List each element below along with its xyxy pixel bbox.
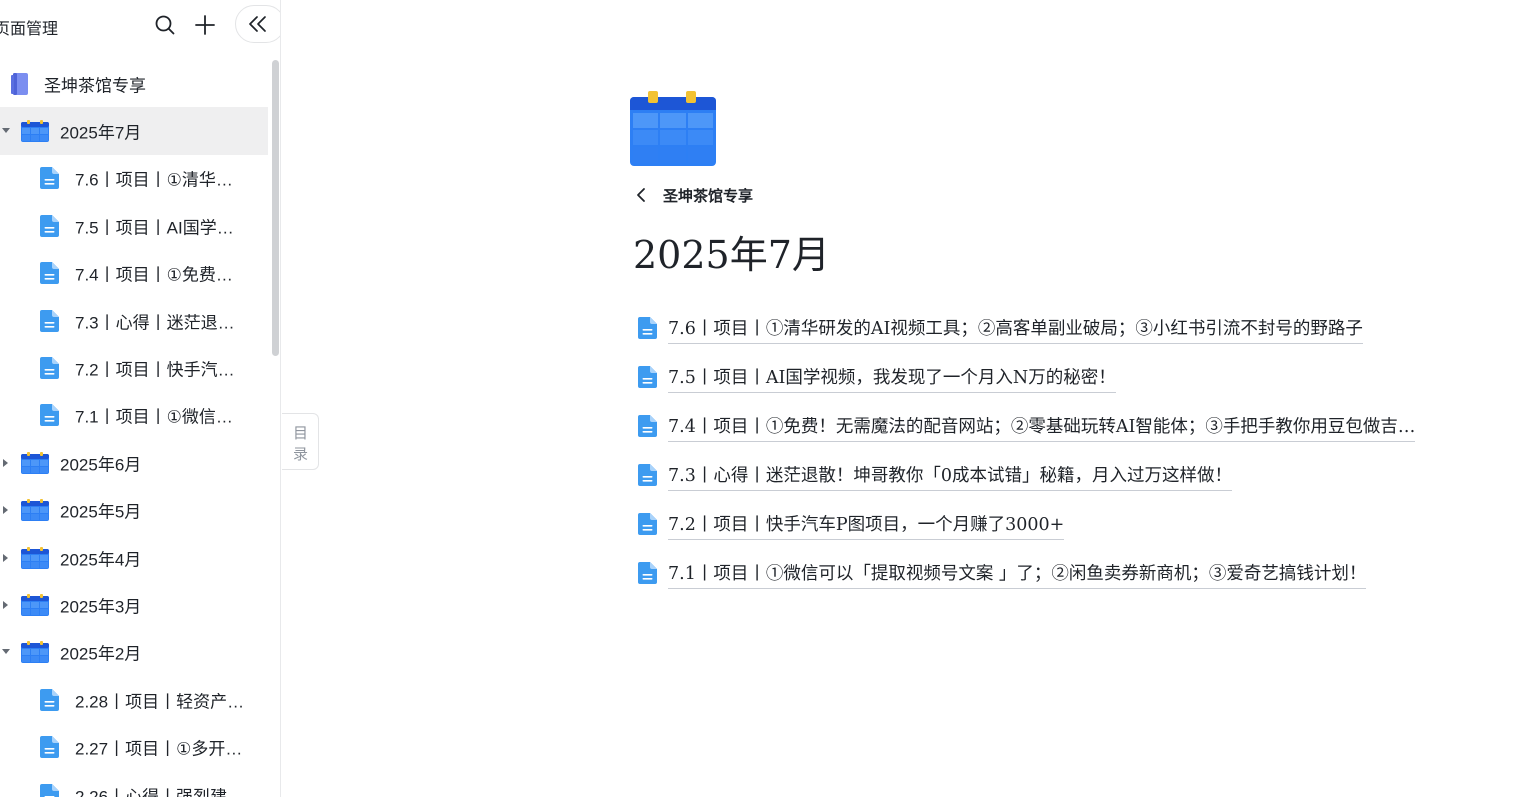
- child-page-link[interactable]: 7.3丨心得丨迷茫退散！坤哥教你「0成本试错」秘籍，月入过万这样做！: [636, 455, 1525, 504]
- tree-page-row[interactable]: 7.4丨项目丨①免费！无需魔法的配音网站；②零基础玩转AI智能体；③手把手教你用…: [0, 250, 268, 297]
- calendar-icon: [21, 593, 49, 621]
- doc-icon: [638, 366, 657, 393]
- doc-icon: [40, 167, 59, 194]
- tree-item-label: 7.1丨项目丨①微信可以「提取视频号文案 」了；②闲鱼卖券新商机；③爱奇艺搞钱计…: [75, 407, 245, 427]
- tree-item-label: 2025年7月: [60, 123, 142, 143]
- caret-down-icon[interactable]: [2, 649, 10, 655]
- doc-icon: [638, 317, 657, 344]
- doc-icon: [638, 464, 657, 491]
- tree-page-row[interactable]: 7.1丨项目丨①微信可以「提取视频号文案 」了；②闲鱼卖券新商机；③爱奇艺搞钱计…: [0, 392, 268, 439]
- sidebar-header: 页面管理: [0, 0, 280, 50]
- page-tree: 圣坤茶馆专享 2025年7月 7.6丨项目丨①清华研发的AI视频工具；②高客单副业破…: [0, 60, 268, 797]
- tree-item-label: 2.26丨心得丨强烈建…: [75, 787, 245, 797]
- tree-page-row[interactable]: 7.2丨项目丨快手汽车P图项目，一个月赚了3000+: [0, 344, 268, 391]
- child-page-link[interactable]: 7.1丨项目丨①微信可以「提取视频号文案 」了；②闲鱼卖券新商机；③爱奇艺搞钱计…: [636, 553, 1525, 602]
- tree-item-label: 7.5丨项目丨AI国学视频，我发现了一个月入N万的秘密！: [75, 218, 245, 238]
- tree-root-row[interactable]: 圣坤茶馆专享: [0, 60, 268, 107]
- caret-right-icon[interactable]: [3, 458, 8, 467]
- tree-folder-row[interactable]: 2025年3月: [0, 581, 268, 628]
- collapse-sidebar-button[interactable]: [235, 5, 280, 43]
- caret-right-icon[interactable]: [3, 553, 8, 562]
- doc-icon: [638, 562, 657, 589]
- tree-folder-row[interactable]: 2025年2月: [0, 629, 268, 676]
- calendar-icon: [21, 499, 49, 526]
- doc-icon: [40, 262, 59, 289]
- tree-folder-row[interactable]: 2025年6月: [0, 439, 268, 486]
- child-page-title: 7.3丨心得丨迷茫退散！坤哥教你「0成本试错」秘籍，月入过万这样做！: [668, 462, 1232, 491]
- child-page-title: 7.5丨项目丨AI国学视频，我发现了一个月入N万的秘密！: [668, 364, 1116, 393]
- tree-page-row[interactable]: 7.6丨项目丨①清华研发的AI视频工具；②高客单副业破局；③小红书引流不封号的野…: [0, 155, 268, 202]
- tree-item-label: 2025年4月: [60, 550, 142, 570]
- tree-item-label: 2.27丨项目丨①多开…: [75, 739, 243, 759]
- child-page-link[interactable]: 7.4丨项目丨①免费！无需魔法的配音网站；②零基础玩转AI智能体；③手把手教你用…: [636, 406, 1525, 455]
- child-page-title: 7.1丨项目丨①微信可以「提取视频号文案 」了；②闲鱼卖券新商机；③爱奇艺搞钱计…: [668, 560, 1367, 589]
- sidebar-title: 页面管理: [0, 21, 59, 38]
- child-page-link[interactable]: 7.5丨项目丨AI国学视频，我发现了一个月入N万的秘密！: [636, 357, 1525, 406]
- main-content: 圣坤茶馆专享 2025年7月 7.6丨项目丨①清华研发的AI视频工具；②高客单副…: [282, 0, 1525, 797]
- tree-item-label: 7.4丨项目丨①免费！无需魔法的配音网站；②零基础玩转AI智能体；③手把手教你用…: [75, 265, 245, 285]
- calendar-icon: [21, 641, 49, 668]
- doc-icon: [40, 357, 59, 384]
- sidebar: 页面管理 圣坤茶馆专享 2025年7月 7.6丨项目丨①清华研发的AI视频工具；②高…: [0, 0, 281, 797]
- doc-icon: [638, 513, 657, 540]
- doc-icon: [40, 309, 59, 337]
- double-chevron-left-icon: [249, 16, 266, 32]
- doc-icon: [40, 214, 59, 242]
- child-page-title: 7.6丨项目丨①清华研发的AI视频工具；②高客单副业破局；③小红书引流不封号的野…: [668, 315, 1363, 344]
- back-breadcrumb[interactable]: 圣坤茶馆专享: [635, 183, 753, 207]
- back-label: 圣坤茶馆专享: [663, 187, 754, 205]
- tree-item-label: 7.6丨项目丨①清华研发的AI视频工具；②高客单副业破局；③小红书引流不封号的野…: [75, 170, 245, 190]
- doc-icon: [40, 404, 59, 431]
- doc-icon: [40, 783, 59, 797]
- book-icon: [8, 72, 32, 101]
- page-title: 2025年7月: [633, 233, 830, 277]
- tree-item-label: 7.2丨项目丨快手汽车P图项目，一个月赚了3000+: [75, 360, 245, 380]
- tree-item-label: 7.3丨心得丨迷茫退散！坤哥教你「0成本试错」秘籍，月入过万这样做！: [75, 313, 245, 333]
- child-page-list: 7.6丨项目丨①清华研发的AI视频工具；②高客单副业破局；③小红书引流不封号的野…: [636, 308, 1525, 602]
- child-page-title: 7.4丨项目丨①免费！无需魔法的配音网站；②零基础玩转AI智能体；③手把手教你用…: [668, 413, 1416, 442]
- caret-right-icon[interactable]: [3, 600, 8, 609]
- doc-icon: [638, 415, 657, 442]
- tree-folder-row[interactable]: 2025年4月: [0, 534, 268, 581]
- child-page-link[interactable]: 7.2丨项目丨快手汽车P图项目，一个月赚了3000+: [636, 504, 1525, 553]
- tree-item-label: 2.28丨项目丨轻资产…: [75, 692, 245, 712]
- tree-item-label: 2025年5月: [60, 502, 142, 522]
- calendar-icon: [21, 451, 49, 479]
- doc-icon: [40, 688, 59, 716]
- tree-folder-row[interactable]: 2025年5月: [0, 487, 268, 534]
- tree-page-row[interactable]: 7.3丨心得丨迷茫退散！坤哥教你「0成本试错」秘籍，月入过万这样做！: [0, 297, 268, 344]
- tree-folder-row[interactable]: 2025年7月: [0, 107, 268, 155]
- sidebar-scrollbar[interactable]: [272, 60, 279, 356]
- calendar-icon: [21, 546, 49, 574]
- child-page-title: 7.2丨项目丨快手汽车P图项目，一个月赚了3000+: [668, 511, 1065, 540]
- tree-page-row[interactable]: 2.28丨项目丨轻资产…: [0, 676, 268, 723]
- caret-down-icon[interactable]: [2, 128, 10, 134]
- caret-right-icon[interactable]: [3, 506, 8, 515]
- tree-item-label: 2025年6月: [60, 455, 142, 475]
- tree-item-label: 2025年3月: [60, 597, 142, 617]
- calendar-icon: [630, 90, 716, 171]
- tree-page-row[interactable]: 7.5丨项目丨AI国学视频，我发现了一个月入N万的秘密！: [0, 202, 268, 249]
- chevron-left-icon: [637, 188, 645, 202]
- doc-icon: [40, 736, 59, 763]
- add-icon[interactable]: [193, 13, 217, 37]
- child-page-link[interactable]: 7.6丨项目丨①清华研发的AI视频工具；②高客单副业破局；③小红书引流不封号的野…: [636, 308, 1525, 357]
- tree-page-row[interactable]: 2.27丨项目丨①多开…: [0, 723, 268, 770]
- search-icon[interactable]: [154, 14, 176, 36]
- calendar-icon: [21, 120, 49, 147]
- tree-page-row[interactable]: 2.26丨心得丨强烈建…: [0, 771, 268, 797]
- tree-item-label: 圣坤茶馆专享: [44, 76, 146, 96]
- tree-item-label: 2025年2月: [60, 644, 142, 664]
